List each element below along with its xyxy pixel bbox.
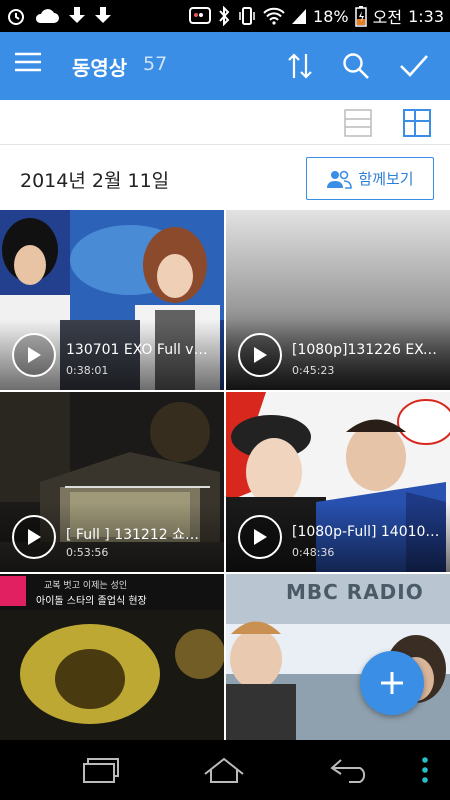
bluetooth-icon: [217, 6, 231, 26]
play-icon: [28, 529, 41, 545]
grid-view-button[interactable]: [402, 108, 432, 138]
home-button[interactable]: [202, 754, 246, 786]
date-header: 2014년 2월 11일 함께보기: [0, 146, 450, 210]
bbm-icon: [189, 6, 212, 26]
list-view-icon: [344, 109, 372, 137]
sort-button[interactable]: [283, 49, 317, 83]
clock-ampm: 오전: [372, 8, 403, 27]
thumbnail-caption: 교복 벗고 이제는 성인: [44, 581, 128, 591]
people-icon: [327, 170, 353, 189]
grid-view-icon: [403, 109, 431, 137]
download-icon: [94, 6, 112, 26]
download-icon: [68, 6, 86, 26]
play-icon: [254, 529, 267, 545]
hamburger-icon: [15, 52, 41, 72]
video-tile[interactable]: 130701 EXO Full v… 0:38:01: [0, 210, 224, 390]
back-button[interactable]: [328, 754, 372, 786]
battery-percent: 18%: [313, 6, 349, 26]
thumbnail-sign: MBC RADIO: [286, 580, 424, 604]
back-icon: [330, 759, 366, 783]
clock-time: 1:33: [408, 6, 444, 26]
search-icon: [343, 53, 369, 79]
page-title: 동영상: [72, 56, 128, 80]
play-button[interactable]: [238, 515, 282, 559]
battery-charging-icon: [354, 5, 367, 27]
video-tile[interactable]: MBC RADIO: [226, 574, 450, 740]
home-icon: [204, 757, 244, 783]
vibrate-icon: [237, 6, 257, 26]
play-icon: [254, 347, 267, 363]
date-label: 2014년 2월 11일: [20, 170, 170, 192]
thumbnail-caption: 아이돌 스타의 졸업식 현장: [36, 596, 147, 607]
check-icon: [400, 55, 428, 77]
video-duration: 0:45:23: [292, 364, 335, 377]
sort-icon: [288, 53, 312, 79]
video-tile[interactable]: [ Full ] 131212 쇼… 0:53:56: [0, 392, 224, 572]
video-title: [1080p-Full] 14010…: [292, 524, 440, 540]
menu-dots-icon: [422, 757, 428, 783]
recent-apps-button[interactable]: [78, 754, 122, 786]
recent-apps-icon: [83, 758, 119, 783]
search-button[interactable]: [339, 49, 373, 83]
status-bar: 18% 오전 1:33: [0, 0, 450, 32]
video-tile[interactable]: 교복 벗고 이제는 성인 아이돌 스타의 졸업식 현장: [0, 574, 224, 740]
signal-icon: [291, 7, 307, 25]
video-duration: 0:38:01: [66, 364, 109, 377]
system-nav-bar: [0, 740, 450, 800]
watch-together-label: 함께보기: [358, 170, 414, 188]
play-icon: [28, 347, 41, 363]
list-view-button[interactable]: [343, 108, 373, 138]
play-button[interactable]: [12, 515, 56, 559]
watch-together-button[interactable]: 함께보기: [306, 157, 434, 200]
menu-button[interactable]: [14, 50, 48, 82]
video-duration: 0:48:36: [292, 546, 335, 559]
add-button[interactable]: [360, 651, 424, 715]
video-title: [1080p]131226 EXO…: [292, 342, 444, 358]
status-left-icons: [6, 4, 112, 28]
view-toggle-bar: [0, 100, 450, 145]
wifi-icon: [263, 7, 285, 25]
play-button[interactable]: [238, 333, 282, 377]
select-button[interactable]: [397, 49, 431, 83]
cloud-icon: [34, 7, 60, 25]
video-tile[interactable]: [1080p]131226 EXO… 0:45:23: [226, 210, 450, 390]
video-duration: 0:53:56: [66, 546, 109, 559]
app-bar: 동영상 57: [0, 32, 450, 100]
video-title: 130701 EXO Full v…: [66, 342, 208, 358]
play-button[interactable]: [12, 333, 56, 377]
plus-icon: [381, 672, 403, 694]
video-title: [ Full ] 131212 쇼…: [66, 527, 199, 543]
alarm-icon: [6, 6, 26, 26]
video-count: 57: [143, 53, 168, 75]
video-tile[interactable]: [1080p-Full] 14010… 0:48:36: [226, 392, 450, 572]
status-right-icons: 18% 오전 1:33: [189, 4, 444, 28]
menu-dots-button[interactable]: [410, 754, 440, 786]
